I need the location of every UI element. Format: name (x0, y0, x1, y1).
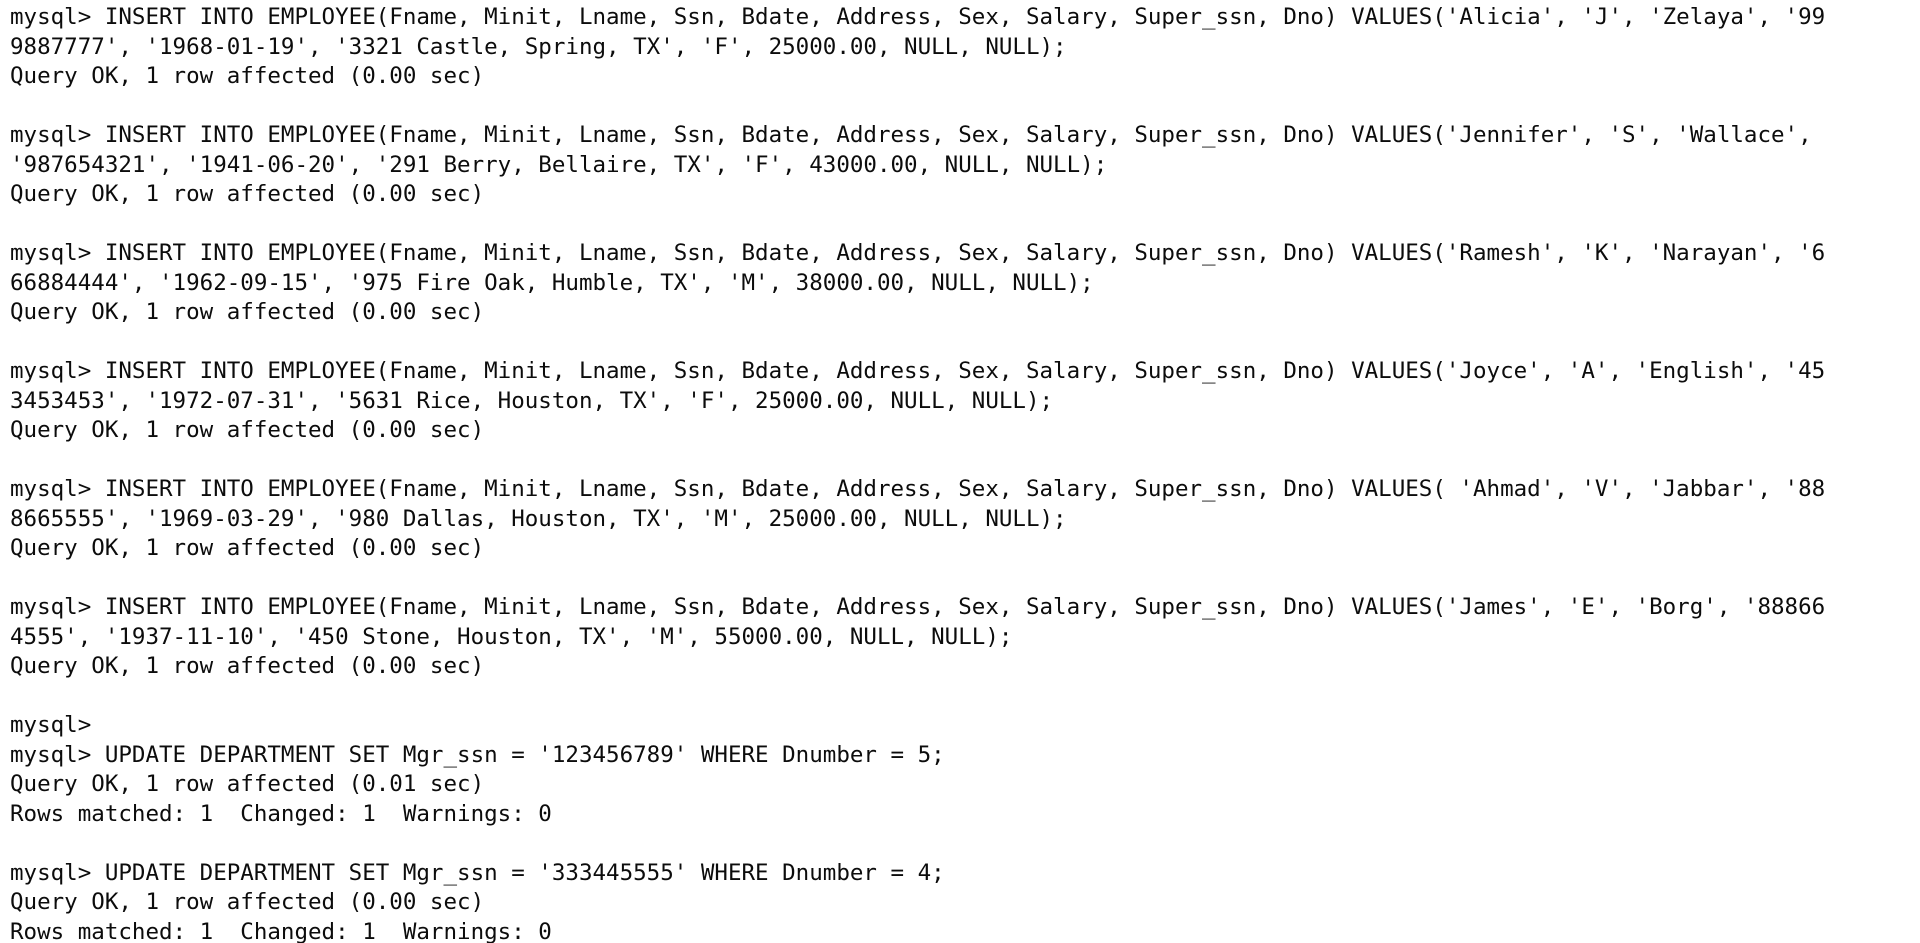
terminal-line: Query OK, 1 row affected (0.00 sec) (10, 535, 485, 561)
terminal-line: Query OK, 1 row affected (0.00 sec) (10, 417, 485, 443)
terminal-line: mysql> INSERT INTO EMPLOYEE(Fname, Minit… (10, 240, 1826, 266)
terminal-line: mysql> UPDATE DEPARTMENT SET Mgr_ssn = '… (10, 741, 945, 768)
terminal-line: mysql> UPDATE DEPARTMENT SET Mgr_ssn = '… (10, 859, 945, 886)
terminal-line: Rows matched: 1 Changed: 1 Warnings: 0 (10, 918, 552, 943)
terminal-output: mysql> INSERT INTO EMPLOYEE(Fname, Minit… (10, 3, 1915, 943)
terminal-line: mysql> INSERT INTO EMPLOYEE(Fname, Minit… (10, 476, 1826, 502)
terminal-line: 4555', '1937-11-10', '450 Stone, Houston… (10, 623, 1013, 650)
terminal-line: 8665555', '1969-03-29', '980 Dallas, Hou… (10, 505, 1067, 532)
terminal-line: mysql> (10, 712, 92, 738)
terminal-line: '987654321', '1941-06-20', '291 Berry, B… (10, 151, 1108, 178)
terminal-line: Rows matched: 1 Changed: 1 Warnings: 0 (10, 800, 552, 827)
terminal-line: mysql> INSERT INTO EMPLOYEE(Fname, Minit… (10, 358, 1826, 384)
terminal-line: 3453453', '1972-07-31', '5631 Rice, Hous… (10, 387, 1054, 414)
terminal-line: 9887777', '1968-01-19', '3321 Castle, Sp… (10, 33, 1067, 60)
terminal-window[interactable]: mysql> INSERT INTO EMPLOYEE(Fname, Minit… (0, 0, 1920, 943)
terminal-line: Query OK, 1 row affected (0.00 sec) (10, 889, 485, 915)
terminal-line: mysql> INSERT INTO EMPLOYEE(Fname, Minit… (10, 594, 1826, 620)
terminal-line: Query OK, 1 row affected (0.00 sec) (10, 181, 485, 207)
terminal-line: mysql> INSERT INTO EMPLOYEE(Fname, Minit… (10, 4, 1826, 30)
terminal-line: Query OK, 1 row affected (0.00 sec) (10, 653, 485, 679)
terminal-line: 66884444', '1962-09-15', '975 Fire Oak, … (10, 269, 1094, 296)
terminal-line: Query OK, 1 row affected (0.01 sec) (10, 771, 485, 797)
terminal-line: mysql> INSERT INTO EMPLOYEE(Fname, Minit… (10, 122, 1812, 148)
terminal-line: Query OK, 1 row affected (0.00 sec) (10, 63, 485, 89)
terminal-line: Query OK, 1 row affected (0.00 sec) (10, 299, 485, 325)
